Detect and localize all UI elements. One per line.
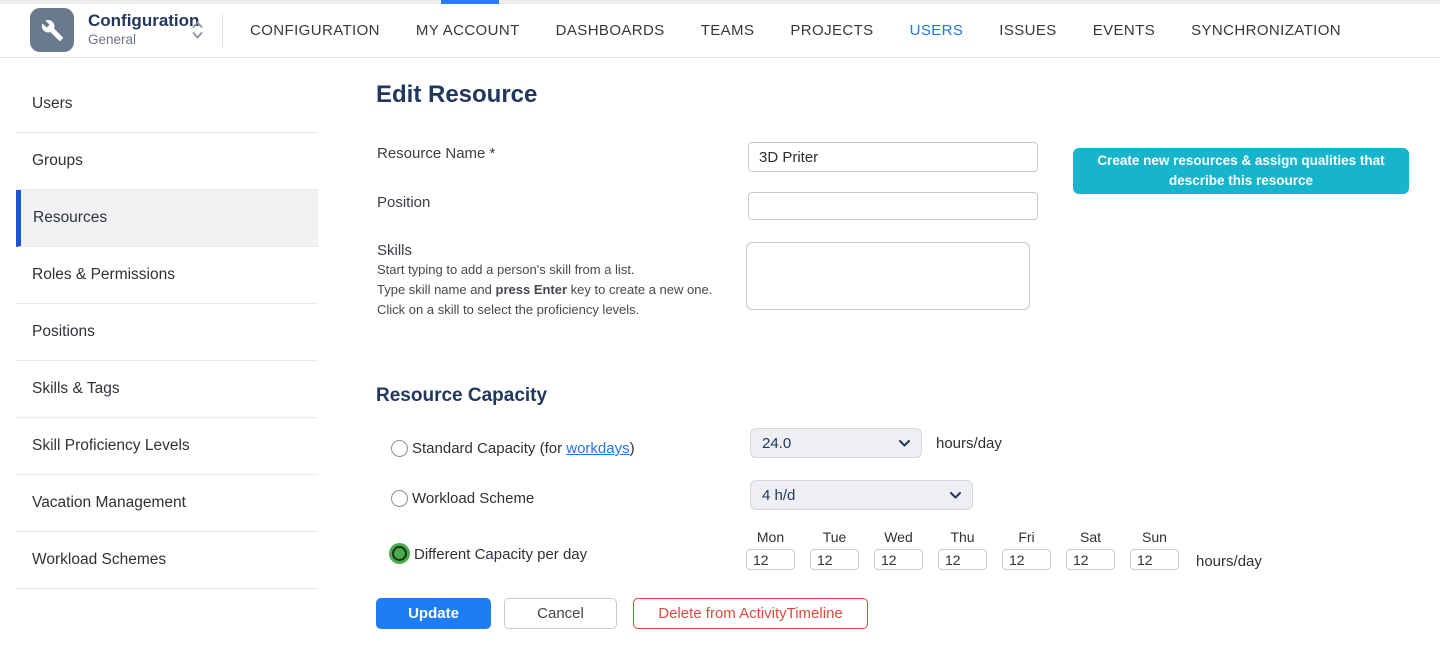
per-day-capacity-radio[interactable] (392, 546, 407, 561)
standard-capacity-radio[interactable] (391, 440, 408, 457)
standard-capacity-select[interactable]: 24.0 (750, 428, 922, 458)
day-column: Thu (938, 529, 987, 570)
sidebar-item-positions[interactable]: Positions (16, 304, 318, 361)
sidebar-item-roles-permissions[interactable]: Roles & Permissions (16, 247, 318, 304)
day-input-tue[interactable] (810, 549, 859, 570)
day-label-fri: Fri (1002, 529, 1051, 546)
day-label-sat: Sat (1066, 529, 1115, 546)
resource-name-input[interactable] (748, 142, 1038, 172)
day-input-wed[interactable] (874, 549, 923, 570)
day-input-thu[interactable] (938, 549, 987, 570)
per-day-capacity-label: Different Capacity per day (414, 546, 587, 563)
day-column: Wed (874, 529, 923, 570)
chevron-updown-icon[interactable] (191, 18, 204, 47)
day-column: Mon (746, 529, 795, 570)
wrench-icon (41, 19, 64, 42)
chevron-down-icon (899, 440, 910, 447)
header-divider (222, 13, 223, 47)
sidebar-item-workload-schemes[interactable]: Workload Schemes (16, 532, 318, 589)
sidebar-item-users[interactable]: Users (16, 76, 318, 133)
per-day-inputs: Mon Tue Wed Thu Fri Sat Sun (746, 529, 1206, 573)
sidebar-item-skill-proficiency-levels[interactable]: Skill Proficiency Levels (16, 418, 318, 475)
app-logo (30, 8, 74, 52)
position-label: Position (377, 194, 430, 211)
page-title: Edit Resource (376, 81, 537, 109)
day-label-sun: Sun (1130, 529, 1179, 546)
sidebar-item-vacation-management[interactable]: Vacation Management (16, 475, 318, 532)
create-resources-promo-button[interactable]: Create new resources & assign qualities … (1073, 148, 1409, 194)
skills-input[interactable] (746, 242, 1030, 310)
per-day-unit: hours/day (1196, 553, 1262, 570)
resource-capacity-title: Resource Capacity (376, 385, 547, 407)
resource-name-label: Resource Name * (377, 145, 495, 162)
skills-help-line3: Click on a skill to select the proficien… (377, 302, 639, 317)
delete-button[interactable]: Delete from ActivityTimeline (633, 598, 868, 629)
sidebar-item-groups[interactable]: Groups (16, 133, 318, 190)
nav-teams[interactable]: TEAMS (701, 22, 755, 39)
nav-users[interactable]: USERS (910, 22, 964, 39)
nav-events[interactable]: EVENTS (1093, 22, 1155, 39)
chevron-down-icon (950, 492, 961, 499)
day-column: Fri (1002, 529, 1051, 570)
skills-help-line2: Type skill name and press Enter key to c… (377, 282, 712, 297)
nav-dashboards[interactable]: DASHBOARDS (556, 22, 665, 39)
workdays-link[interactable]: workdays (566, 440, 629, 457)
sidebar-item-skills-tags[interactable]: Skills & Tags (16, 361, 318, 418)
skills-label: Skills (377, 242, 412, 259)
day-column: Sun (1130, 529, 1179, 570)
day-column: Tue (810, 529, 859, 570)
standard-capacity-unit: hours/day (936, 435, 1002, 452)
header-bottom-border (0, 57, 1440, 58)
workload-scheme-select[interactable]: 4 h/d (750, 480, 973, 510)
day-label-wed: Wed (874, 529, 923, 546)
day-label-thu: Thu (938, 529, 987, 546)
nav-projects[interactable]: PROJECTS (790, 22, 873, 39)
nav-synchronization[interactable]: SYNCHRONIZATION (1191, 22, 1341, 39)
day-input-sat[interactable] (1066, 549, 1115, 570)
sidebar: Users Groups Resources Roles & Permissio… (16, 76, 318, 589)
day-column: Sat (1066, 529, 1115, 570)
app-title: Configuration (88, 11, 199, 31)
nav-configuration[interactable]: CONFIGURATION (250, 22, 380, 39)
top-nav: CONFIGURATION MY ACCOUNT DASHBOARDS TEAM… (250, 4, 1341, 57)
day-input-sun[interactable] (1130, 549, 1179, 570)
day-input-mon[interactable] (746, 549, 795, 570)
app-subtitle: General (88, 32, 136, 47)
workload-scheme-radio[interactable] (391, 490, 408, 507)
nav-my-account[interactable]: MY ACCOUNT (416, 22, 520, 39)
day-label-mon: Mon (746, 529, 795, 546)
skills-help-line1: Start typing to add a person's skill fro… (377, 262, 635, 277)
update-button[interactable]: Update (376, 598, 491, 629)
day-label-tue: Tue (810, 529, 859, 546)
day-input-fri[interactable] (1002, 549, 1051, 570)
standard-capacity-label: Standard Capacity (for workdays) (412, 440, 635, 457)
sidebar-item-resources[interactable]: Resources (16, 190, 318, 247)
cancel-button[interactable]: Cancel (504, 598, 617, 629)
position-input[interactable] (748, 192, 1038, 220)
workload-scheme-label: Workload Scheme (412, 490, 534, 507)
nav-issues[interactable]: ISSUES (999, 22, 1056, 39)
